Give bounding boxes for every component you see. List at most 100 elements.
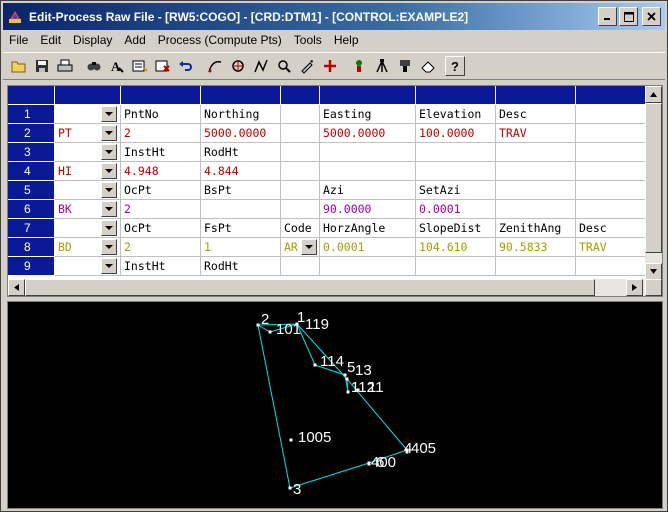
grid-cell[interactable]: TRAV (576, 238, 656, 257)
scroll-left-button[interactable] (8, 279, 25, 296)
table-row[interactable]: 4 HI 4.948 4.844 (8, 162, 656, 181)
grid-cell[interactable]: 0.0001 (320, 238, 416, 257)
grid-column-header[interactable] (281, 86, 320, 105)
insert-record-button[interactable] (128, 55, 151, 77)
find-replace-button[interactable]: A (105, 55, 128, 77)
grid-cell[interactable]: AR (281, 238, 320, 257)
menu-process[interactable]: Process (Compute Pts) (152, 30, 288, 50)
vertical-scrollbar[interactable] (645, 86, 662, 280)
erase-button[interactable] (416, 55, 439, 77)
grid-cell[interactable] (576, 181, 656, 200)
grid-column-header[interactable] (201, 86, 281, 105)
grid-cell[interactable] (320, 143, 416, 162)
vertical-scroll-thumb[interactable] (645, 103, 662, 253)
settings-button[interactable] (295, 55, 318, 77)
point-marker[interactable] (367, 462, 371, 466)
zoom-button[interactable] (226, 55, 249, 77)
record-type-dropdown[interactable] (101, 239, 117, 255)
row-number[interactable]: 6 (8, 200, 55, 219)
maximize-button[interactable] (619, 7, 638, 26)
grid-cell[interactable]: RodHt (201, 257, 281, 276)
grid-cell[interactable]: InstHt (121, 257, 201, 276)
table-row[interactable]: 7 OcPt FsPt Code HorzAngle SlopeDist ZenithAng… (8, 219, 656, 238)
grid-cell[interactable] (201, 200, 281, 219)
scroll-right-button[interactable] (626, 279, 643, 296)
grid-cell[interactable]: RodHt (201, 143, 281, 162)
table-row[interactable]: 5 OcPt BsPt Azi SetAzi (8, 181, 656, 200)
row-number[interactable]: 8 (8, 238, 55, 257)
table-row[interactable]: 6 BK 2 90.0000 0.0001 (8, 200, 656, 219)
grid-cell[interactable]: Elevation (416, 105, 496, 124)
row-number[interactable]: 7 (8, 219, 55, 238)
open-button[interactable] (7, 55, 30, 77)
grid-cell[interactable] (416, 257, 496, 276)
menu-help[interactable]: Help (328, 30, 365, 50)
scroll-up-button[interactable] (645, 86, 662, 103)
grid-cell[interactable]: 0.0001 (416, 200, 496, 219)
undo-button[interactable] (174, 55, 197, 77)
grid-cell[interactable]: 5000.0000 (201, 124, 281, 143)
record-type-cell[interactable] (55, 219, 121, 238)
grid-cell[interactable] (496, 257, 576, 276)
grid-cell[interactable]: 2 (121, 124, 201, 143)
grid-cell[interactable]: ZenithAng (496, 219, 576, 238)
traverse-button[interactable] (249, 55, 272, 77)
point-marker[interactable] (256, 323, 260, 327)
grid-cell[interactable]: 5000.0000 (320, 124, 416, 143)
menu-tools[interactable]: Tools (288, 30, 328, 50)
traverse-plot[interactable]: 2 101 119 1 114 5 13 112 11 1005 405 4 400 6 3 (7, 301, 663, 509)
record-type-cell[interactable] (55, 105, 121, 124)
grid-cell[interactable] (281, 257, 320, 276)
row-number[interactable]: 5 (8, 181, 55, 200)
row-number[interactable]: 9 (8, 257, 55, 276)
record-type-cell[interactable]: BK (55, 200, 121, 219)
table-row[interactable]: 9 InstHt RodHt (8, 257, 656, 276)
grid-cell[interactable]: 90.5833 (496, 238, 576, 257)
record-type-dropdown[interactable] (101, 201, 117, 217)
help-button[interactable]: ? (445, 56, 465, 76)
grid-cell[interactable]: 104.610 (416, 238, 496, 257)
grid-cell[interactable] (281, 181, 320, 200)
grid-cell[interactable] (281, 143, 320, 162)
title-bar[interactable]: Edit-Process Raw File - [RW5:COGO] - [CR… (3, 3, 665, 30)
record-type-dropdown[interactable] (101, 125, 117, 141)
point-marker[interactable] (268, 330, 272, 334)
record-type-dropdown[interactable] (101, 182, 117, 198)
record-type-dropdown[interactable] (101, 106, 117, 122)
table-row[interactable]: 2 PT 2 5000.0000 5000.0000 100.0000 TRAV (8, 124, 656, 143)
table-row[interactable]: 3 InstHt RodHt (8, 143, 656, 162)
record-type-dropdown[interactable] (101, 220, 117, 236)
grid-cell[interactable]: 2 (121, 200, 201, 219)
row-number[interactable]: 4 (8, 162, 55, 181)
record-type-dropdown[interactable] (101, 258, 117, 274)
grid-cell[interactable]: 90.0000 (320, 200, 416, 219)
grid-cell[interactable] (576, 124, 656, 143)
grid-column-header[interactable] (416, 86, 496, 105)
horizontal-scroll-thumb[interactable] (25, 279, 595, 296)
delete-record-button[interactable] (151, 55, 174, 77)
record-type-dropdown[interactable] (101, 163, 117, 179)
menu-file[interactable]: File (3, 30, 34, 50)
grid-cell[interactable]: OcPt (121, 219, 201, 238)
record-type-cell[interactable]: BD (55, 238, 121, 257)
grid-column-header[interactable] (496, 86, 576, 105)
grid-cell[interactable]: Desc (576, 219, 656, 238)
grid-cell[interactable]: Code (281, 219, 320, 238)
grid-cell[interactable]: BsPt (201, 181, 281, 200)
menu-edit[interactable]: Edit (34, 30, 67, 50)
close-button[interactable] (642, 7, 661, 26)
transform-button[interactable] (347, 55, 370, 77)
horizontal-scrollbar[interactable] (8, 279, 662, 296)
record-type-cell[interactable]: PT (55, 124, 121, 143)
record-type-cell[interactable] (55, 143, 121, 162)
grid-cell[interactable]: TRAV (496, 124, 576, 143)
scroll-down-button[interactable] (645, 263, 662, 280)
row-number[interactable]: 1 (8, 105, 55, 124)
grid-cell[interactable] (320, 257, 416, 276)
row-number[interactable]: 3 (8, 143, 55, 162)
grid-cell[interactable] (281, 162, 320, 181)
grid-cell[interactable] (576, 162, 656, 181)
add-point-button[interactable] (318, 55, 341, 77)
print-button[interactable] (53, 55, 76, 77)
grid-cell[interactable]: SlopeDist (416, 219, 496, 238)
